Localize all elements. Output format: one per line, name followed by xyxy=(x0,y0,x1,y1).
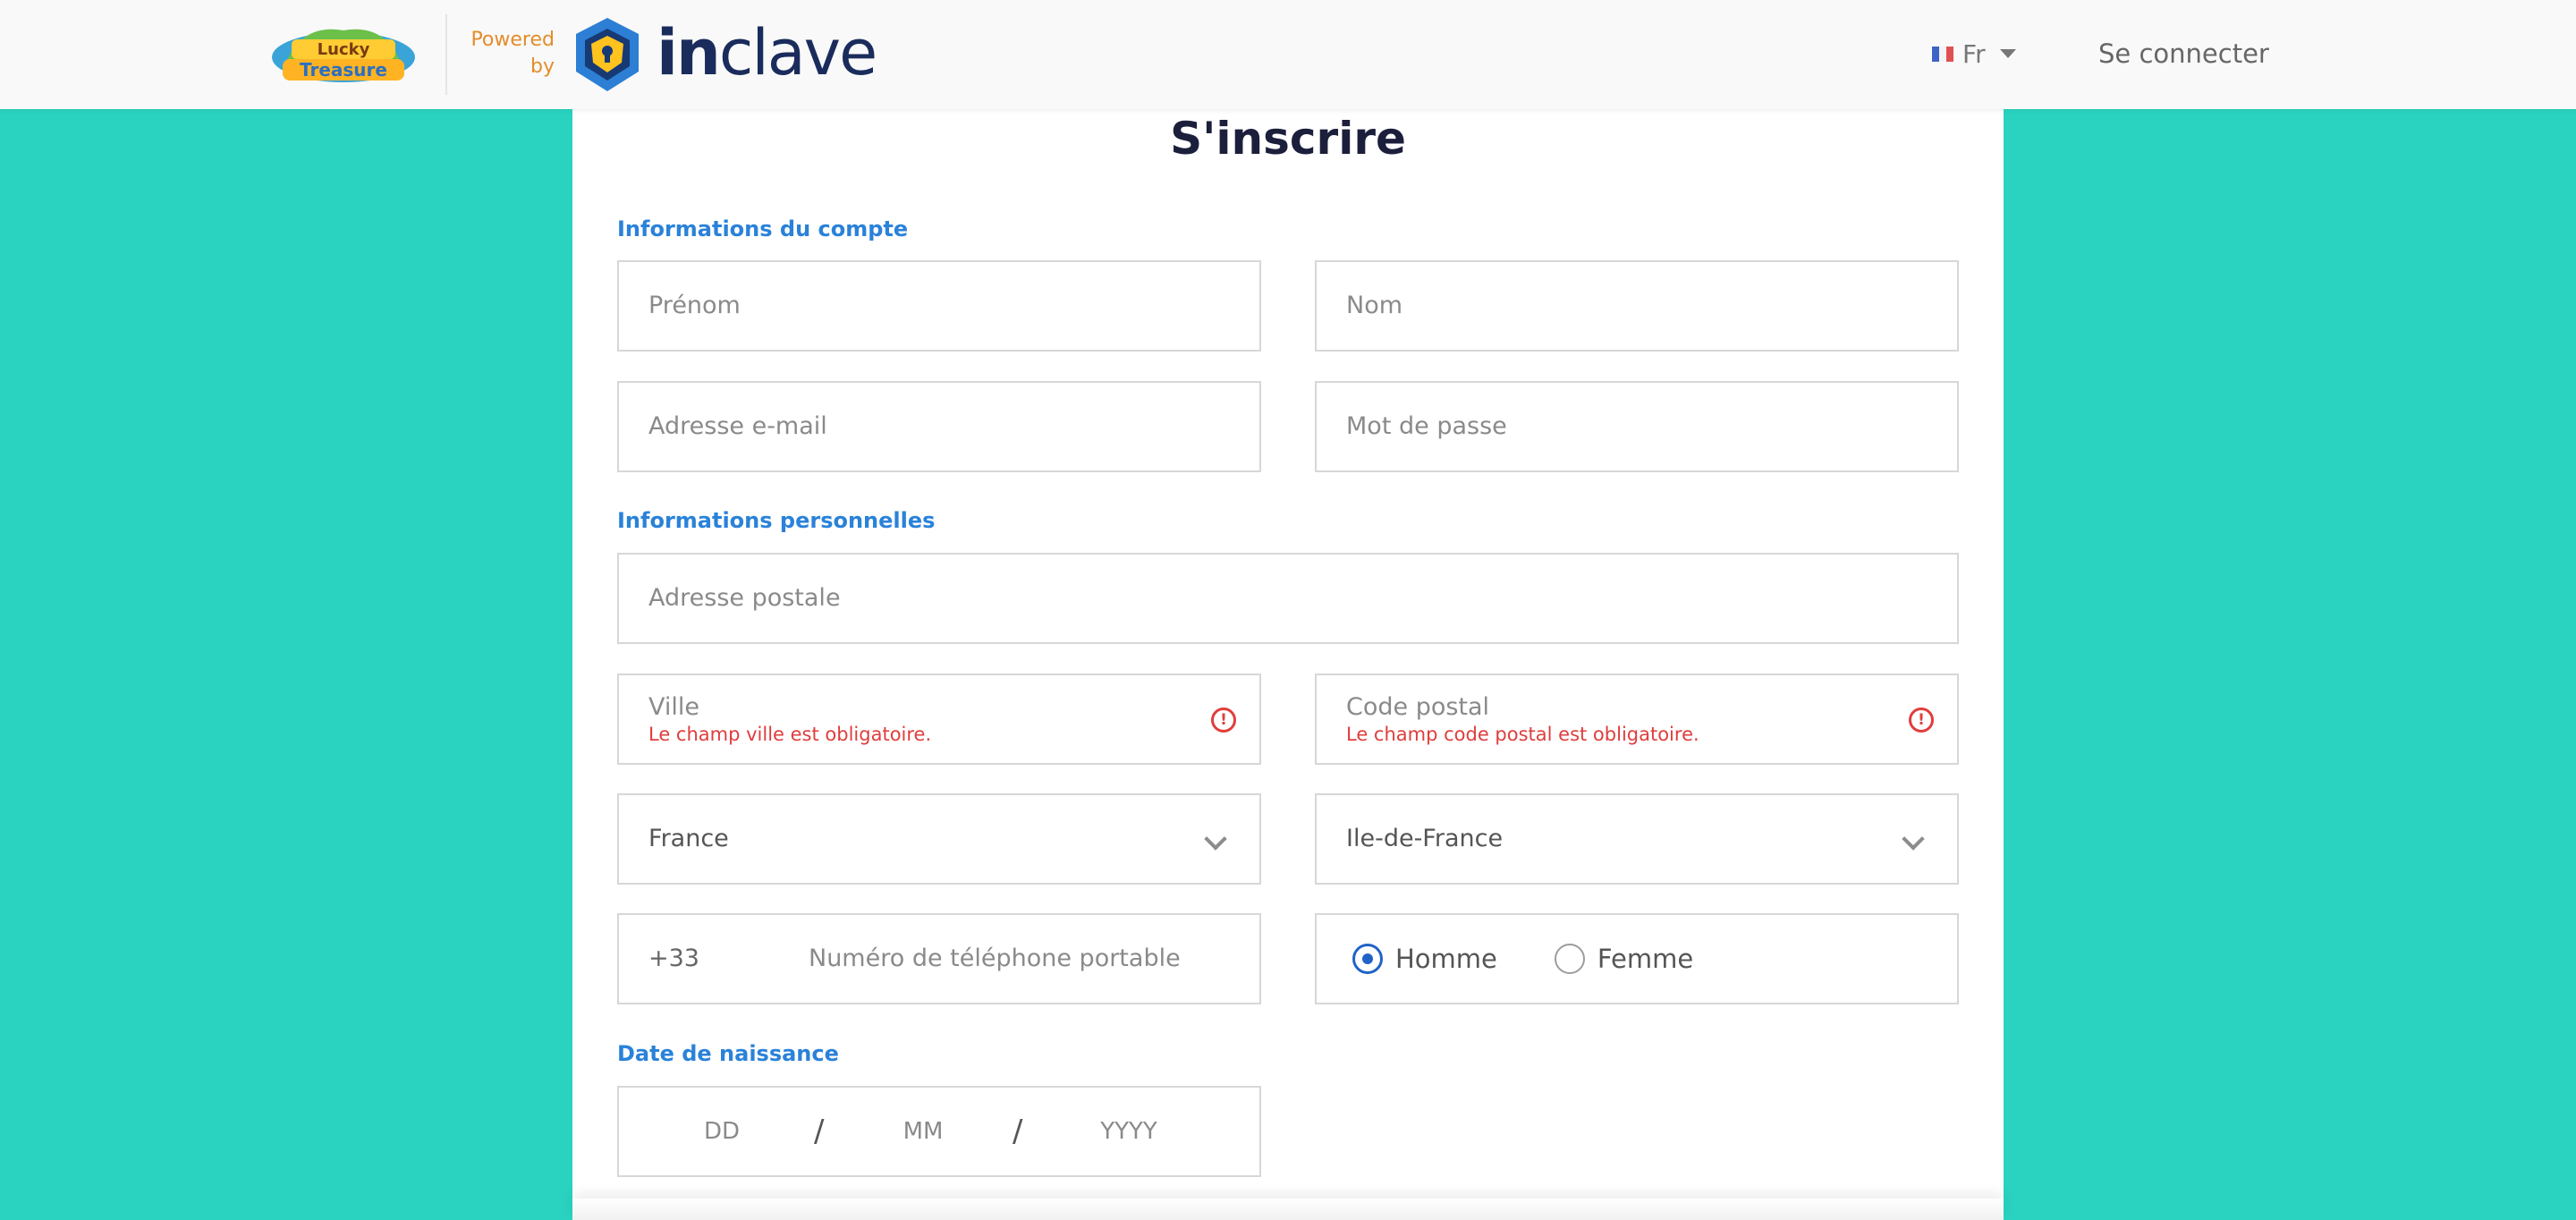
section-dob-label: Date de naissance xyxy=(617,1041,839,1066)
city-field[interactable]: Ville Le champ ville est obligatoire. ! xyxy=(617,674,1261,765)
inclave-shield-icon xyxy=(572,16,642,93)
dob-month-input[interactable]: MM xyxy=(878,1088,968,1175)
gender-female-label[interactable]: Femme xyxy=(1597,944,1693,974)
zip-code-field[interactable]: Code postal Le champ code postal est obl… xyxy=(1315,674,1959,765)
powered-by-text: Powered by xyxy=(465,27,555,80)
login-link[interactable]: Se connecter xyxy=(2098,34,2269,73)
gender-radio-group: Homme Femme xyxy=(1352,915,1750,1003)
radio-checked-icon[interactable] xyxy=(1352,944,1383,974)
chevron-down-icon xyxy=(1204,827,1227,851)
inclave-wordmark-bold: in xyxy=(657,16,721,89)
region-select[interactable]: Ile-de-France xyxy=(1315,793,1959,885)
first-name-placeholder: Prénom xyxy=(648,292,741,319)
powered-line-1: Powered xyxy=(470,29,555,51)
section-personal-label: Informations personnelles xyxy=(617,508,936,533)
language-label: Fr xyxy=(1962,38,1986,69)
section-account-label: Informations du compte xyxy=(617,216,909,241)
first-name-field[interactable]: Prénom xyxy=(617,260,1261,352)
dial-code-selector[interactable]: +33 xyxy=(648,915,699,1003)
region-value: Ile-de-France xyxy=(1346,825,1504,852)
dob-year-input[interactable]: YYYY xyxy=(1075,1088,1182,1175)
address-field[interactable]: Adresse postale xyxy=(617,553,1959,644)
brand-logo-top-text: Lucky xyxy=(318,40,370,59)
email-placeholder: Adresse e-mail xyxy=(648,412,827,440)
top-header: Lucky Treasure Powered by inclave Fr Se … xyxy=(0,0,2576,109)
inclave-wordmark-light: clave xyxy=(718,16,877,89)
chevron-down-icon xyxy=(1902,827,1925,851)
brand-logo-graphic: Lucky Treasure xyxy=(272,29,415,82)
last-name-placeholder: Nom xyxy=(1346,292,1403,319)
powered-line-2: by xyxy=(530,55,555,78)
inclave-wordmark: inclave xyxy=(657,13,877,93)
header-divider xyxy=(445,14,447,95)
error-icon: ! xyxy=(1909,707,1934,733)
dob-separator: / xyxy=(1013,1114,1023,1149)
zip-code-error-message: Le champ code postal est obligatoire. xyxy=(1346,724,1699,745)
email-field[interactable]: Adresse e-mail xyxy=(617,381,1261,472)
password-placeholder: Mot de passe xyxy=(1346,412,1507,440)
registration-card: S'inscrire Informations du compte Prénom… xyxy=(572,80,2004,1220)
password-field[interactable]: Mot de passe xyxy=(1315,381,1959,472)
card-bottom-edge xyxy=(572,1199,2004,1220)
city-error-message: Le champ ville est obligatoire. xyxy=(648,724,932,745)
radio-unchecked-icon[interactable] xyxy=(1554,944,1585,974)
brand-logo-bottom-text: Treasure xyxy=(300,59,387,80)
flag-fr-icon xyxy=(1932,46,1953,62)
phone-placeholder: Numéro de téléphone portable xyxy=(809,945,1181,972)
dob-separator: / xyxy=(814,1114,825,1149)
gender-option-male[interactable]: Homme xyxy=(1352,944,1497,974)
date-of-birth-field[interactable]: DD / MM / YYYY xyxy=(617,1086,1261,1177)
page-title: S'inscrire xyxy=(1170,113,1406,165)
country-value: France xyxy=(648,825,729,852)
city-placeholder: Ville xyxy=(648,693,699,721)
language-selector[interactable]: Fr xyxy=(1932,34,2016,73)
dob-day-input[interactable]: DD xyxy=(682,1088,762,1175)
country-select[interactable]: France xyxy=(617,793,1261,885)
phone-field[interactable]: +33 Numéro de téléphone portable xyxy=(617,913,1261,1004)
error-icon: ! xyxy=(1211,707,1236,733)
caret-down-icon xyxy=(1999,49,2016,58)
last-name-field[interactable]: Nom xyxy=(1315,260,1959,352)
address-placeholder: Adresse postale xyxy=(648,584,841,612)
zip-code-placeholder: Code postal xyxy=(1346,693,1490,721)
gender-field: Homme Femme xyxy=(1315,913,1959,1004)
gender-male-label[interactable]: Homme xyxy=(1395,944,1497,974)
gender-option-female[interactable]: Femme xyxy=(1554,944,1693,974)
brand-logo[interactable]: Lucky Treasure xyxy=(267,18,420,89)
